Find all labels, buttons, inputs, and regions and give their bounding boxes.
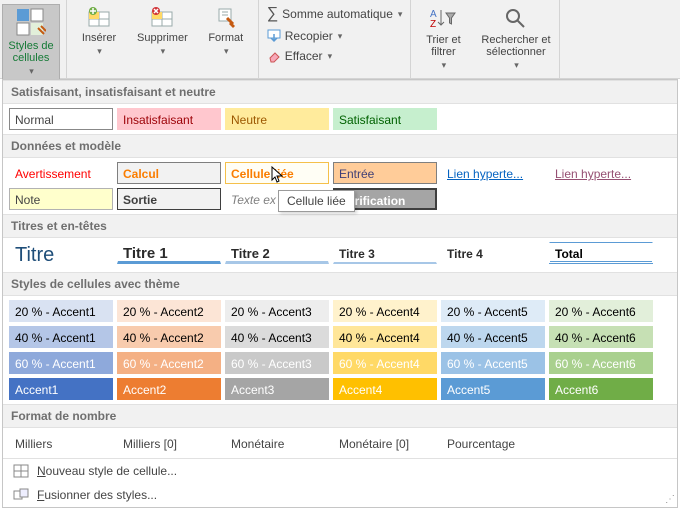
style-p20-accent2[interactable]: 20 % - Accent2 [117, 300, 221, 322]
style-heading2[interactable]: Titre 2 [225, 242, 329, 264]
format-icon [214, 6, 238, 30]
style-note[interactable]: Note [9, 188, 113, 210]
style-p20-accent6[interactable]: 20 % - Accent6 [549, 300, 653, 322]
style-p60-accent3[interactable]: 60 % - Accent3 [225, 352, 329, 374]
section-data-model: Données et modèle [3, 134, 677, 158]
themed-grid: 20 % - Accent120 % - Accent220 % - Accen… [3, 296, 677, 404]
sigma-icon: ∑ [267, 5, 278, 23]
autosum-label: Somme automatique [282, 7, 393, 21]
find-select-label: Rechercher et sélectionner [481, 34, 550, 58]
style-full-accent5[interactable]: Accent5 [441, 378, 545, 400]
style-heading4[interactable]: Titre 4 [441, 242, 545, 264]
cell-styles-icon [16, 8, 46, 38]
merge-styles-label: usionner des styles... [44, 488, 157, 502]
style-thousands[interactable]: Milliers [9, 432, 113, 454]
clear-button[interactable]: Effacer▾ [265, 48, 334, 64]
cell-styles-label: Styles de cellules [8, 40, 53, 64]
style-p60-accent5[interactable]: 60 % - Accent5 [441, 352, 545, 374]
merge-styles-menuitem[interactable]: Fusionner des styles... [3, 483, 677, 507]
style-bad[interactable]: Insatisfaisant [117, 108, 221, 130]
sort-filter-button[interactable]: AZ Trier et filtrer▾ [417, 4, 469, 73]
style-hyperlink[interactable]: Lien hyperte... [441, 162, 545, 184]
sort-filter-icon: AZ [430, 6, 456, 32]
style-input[interactable]: Entrée [333, 162, 437, 184]
format-button[interactable]: Format▾ [200, 4, 252, 59]
style-p20-accent3[interactable]: 20 % - Accent3 [225, 300, 329, 322]
style-heading1[interactable]: Titre 1 [117, 242, 221, 264]
dropdown-icon: ▾ [29, 66, 34, 77]
style-output[interactable]: Sortie [117, 188, 221, 210]
style-thousands0[interactable]: Milliers [0] [117, 432, 221, 454]
style-p20-accent4[interactable]: 20 % - Accent4 [333, 300, 437, 322]
insert-label: Insérer [82, 32, 116, 44]
style-neutral[interactable]: Neutre [225, 108, 329, 130]
new-style-icon [13, 464, 29, 478]
section-good-bad: Satisfaisant, insatisfaisant et neutre [3, 80, 677, 104]
style-full-accent2[interactable]: Accent2 [117, 378, 221, 400]
style-warning[interactable]: Avertissement [9, 162, 113, 184]
sort-filter-label: Trier et filtrer [426, 34, 460, 58]
find-icon [503, 6, 529, 32]
fill-label: Recopier [285, 29, 333, 43]
style-p40-accent4[interactable]: 40 % - Accent4 [333, 326, 437, 348]
style-followed-hyperlink[interactable]: Lien hyperte... [549, 162, 653, 184]
new-cell-style-menuitem[interactable]: Nouveau style de cellule... [3, 459, 677, 483]
style-total[interactable]: Total [549, 242, 653, 264]
fill-down-icon [267, 29, 281, 43]
clear-label: Effacer [285, 49, 323, 63]
style-full-accent3[interactable]: Accent3 [225, 378, 329, 400]
style-currency0[interactable]: Monétaire [0] [333, 432, 437, 454]
delete-label: Supprimer [137, 32, 188, 44]
ribbon-strip: Styles de cellules ▾ Insérer▾ Supprimer▾… [0, 0, 680, 79]
format-label: Format [208, 32, 243, 44]
style-p40-accent2[interactable]: 40 % - Accent2 [117, 326, 221, 348]
styles-gallery-panel: Satisfaisant, insatisfaisant et neutre N… [2, 79, 678, 508]
section-number: Format de nombre [3, 404, 677, 428]
style-full-accent1[interactable]: Accent1 [9, 378, 113, 400]
insert-button[interactable]: Insérer▾ [73, 4, 125, 59]
autosum-button[interactable]: ∑Somme automatique▾ [265, 4, 405, 24]
delete-button[interactable]: Supprimer▾ [135, 4, 190, 59]
new-style-label: ouveau style de cellule... [46, 464, 177, 478]
style-p60-accent2[interactable]: 60 % - Accent2 [117, 352, 221, 374]
style-p40-accent1[interactable]: 40 % - Accent1 [9, 326, 113, 348]
section-titles: Titres et en-têtes [3, 214, 677, 238]
eraser-icon [267, 49, 281, 63]
delete-cells-icon [150, 6, 174, 30]
style-p60-accent1[interactable]: 60 % - Accent1 [9, 352, 113, 374]
style-good[interactable]: Satisfaisant [333, 108, 437, 130]
style-linked-cell[interactable]: Cellule liée [225, 162, 329, 184]
style-title[interactable]: Titre [9, 242, 113, 268]
style-p40-accent5[interactable]: 40 % - Accent5 [441, 326, 545, 348]
style-p40-accent6[interactable]: 40 % - Accent6 [549, 326, 653, 348]
cell-styles-button[interactable]: Styles de cellules ▾ [2, 4, 60, 81]
resize-grip-icon[interactable]: ⋰ [665, 494, 675, 505]
style-normal[interactable]: Normal [9, 108, 113, 130]
style-full-accent6[interactable]: Accent6 [549, 378, 653, 400]
style-full-accent4[interactable]: Accent4 [333, 378, 437, 400]
style-calculation[interactable]: Calcul [117, 162, 221, 184]
merge-icon [13, 488, 29, 502]
tooltip: Cellule liée [278, 190, 355, 212]
svg-text:Z: Z [430, 19, 436, 30]
style-p60-accent4[interactable]: 60 % - Accent4 [333, 352, 437, 374]
find-select-button[interactable]: Rechercher et sélectionner▾ [479, 4, 552, 73]
style-currency[interactable]: Monétaire [225, 432, 329, 454]
style-heading3[interactable]: Titre 3 [333, 242, 437, 264]
style-p20-accent1[interactable]: 20 % - Accent1 [9, 300, 113, 322]
style-p20-accent5[interactable]: 20 % - Accent5 [441, 300, 545, 322]
fill-button[interactable]: Recopier▾ [265, 28, 345, 44]
style-percent[interactable]: Pourcentage [441, 432, 545, 454]
style-p40-accent3[interactable]: 40 % - Accent3 [225, 326, 329, 348]
style-p60-accent6[interactable]: 60 % - Accent6 [549, 352, 653, 374]
section-themed: Styles de cellules avec thème [3, 272, 677, 296]
insert-cells-icon [87, 6, 111, 30]
